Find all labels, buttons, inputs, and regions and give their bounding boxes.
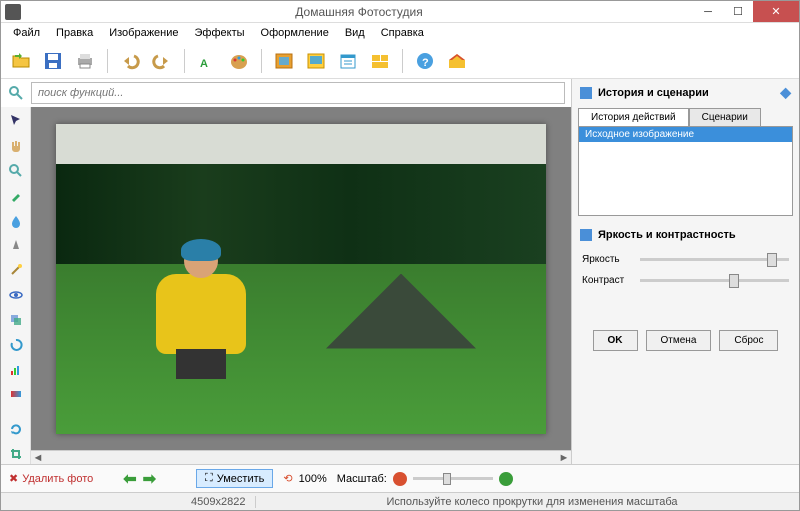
status-hint: Используйте колесо прокрутки для изменен… xyxy=(376,496,799,508)
eye-tool[interactable] xyxy=(5,285,27,306)
delete-icon: ✖ xyxy=(9,472,18,485)
fit-button[interactable]: ⛶ Уместить xyxy=(196,469,273,488)
menu-edit[interactable]: Правка xyxy=(48,25,101,41)
zoom-tool[interactable] xyxy=(5,161,27,182)
minimize-button[interactable]: ─ xyxy=(693,1,723,22)
history-list[interactable]: Исходное изображение xyxy=(578,126,793,216)
window-title: Домашняя Фотостудия xyxy=(25,5,693,19)
swirl-tool[interactable] xyxy=(5,334,27,355)
brush-tool[interactable] xyxy=(5,185,27,206)
main-toolbar: A ? xyxy=(1,43,799,79)
history-panel-header: История и сценарии ◆ xyxy=(572,79,799,106)
text-icon[interactable]: A xyxy=(193,47,221,75)
zoom-slider[interactable] xyxy=(413,477,493,480)
help-icon[interactable]: ? xyxy=(411,47,439,75)
maximize-button[interactable]: ☐ xyxy=(723,1,753,22)
right-panel: История и сценарии ◆ История действий Сц… xyxy=(571,79,799,464)
horizontal-scrollbar[interactable]: ◄► xyxy=(31,450,571,464)
collage-icon[interactable] xyxy=(366,47,394,75)
pointer-tool[interactable] xyxy=(5,111,27,132)
crop-tool[interactable] xyxy=(5,443,27,464)
svg-text:A: A xyxy=(200,58,208,70)
contrast-slider[interactable] xyxy=(640,279,789,282)
brightness-slider[interactable] xyxy=(640,258,789,261)
svg-text:?: ? xyxy=(422,57,429,69)
status-dimensions: 4509x2822 xyxy=(181,496,256,508)
delete-photo-button[interactable]: ✖ Удалить фото xyxy=(9,472,93,485)
cancel-button[interactable]: Отмена xyxy=(646,330,712,351)
home-icon[interactable] xyxy=(443,47,471,75)
statusbar: 4509x2822 Используйте колесо прокрутки д… xyxy=(1,492,799,510)
fit-icon: ⛶ xyxy=(205,472,213,485)
menu-image[interactable]: Изображение xyxy=(101,25,186,41)
drop-tool[interactable] xyxy=(5,210,27,231)
prev-arrow-icon[interactable]: ⬅ xyxy=(123,469,136,489)
hand-tool[interactable] xyxy=(5,136,27,157)
brightness-panel-header: Яркость и контрастность xyxy=(572,224,799,246)
wand-tool[interactable] xyxy=(5,260,27,281)
reset-button[interactable]: Сброс xyxy=(719,330,778,351)
photo-icon[interactable] xyxy=(302,47,330,75)
next-arrow-icon[interactable]: ➡ xyxy=(143,469,156,489)
left-toolbar xyxy=(1,107,31,464)
tab-history[interactable]: История действий xyxy=(578,108,689,126)
search-icon[interactable] xyxy=(7,84,25,102)
calendar-icon[interactable] xyxy=(334,47,362,75)
app-icon xyxy=(5,4,21,20)
history-item[interactable]: Исходное изображение xyxy=(579,127,792,142)
menu-help[interactable]: Справка xyxy=(373,25,432,41)
photo-preview xyxy=(56,124,546,434)
panel-icon xyxy=(580,87,592,99)
search-input[interactable] xyxy=(31,82,565,104)
frame-icon[interactable] xyxy=(270,47,298,75)
clone-tool[interactable] xyxy=(5,310,27,331)
rotate-tool[interactable] xyxy=(5,418,27,439)
history-title: История и сценарии xyxy=(598,87,709,99)
zoom-out-icon[interactable] xyxy=(393,472,407,486)
bottom-toolbar: ✖ Удалить фото ⬅ ➡ ⛶ Уместить ⟲ 100% Мас… xyxy=(1,464,799,492)
titlebar: Домашняя Фотостудия ─ ☐ ✕ xyxy=(1,1,799,23)
menu-view[interactable]: Вид xyxy=(337,25,373,41)
ok-button[interactable]: OK xyxy=(593,330,638,351)
zoom-percent: 100% xyxy=(299,473,327,485)
undo-icon[interactable] xyxy=(116,47,144,75)
menubar: Файл Правка Изображение Эффекты Оформлен… xyxy=(1,23,799,43)
canvas[interactable] xyxy=(31,107,571,450)
open-icon[interactable] xyxy=(7,47,35,75)
zoom-reset-icon[interactable]: ⟲ xyxy=(283,472,292,485)
close-button[interactable]: ✕ xyxy=(753,1,799,22)
zoom-in-icon[interactable] xyxy=(499,472,513,486)
search-row xyxy=(1,79,571,107)
panel-icon xyxy=(580,229,592,241)
contrast-label: Контраст xyxy=(582,275,632,286)
redo-icon[interactable] xyxy=(148,47,176,75)
scale-label: Масштаб: xyxy=(337,473,387,485)
bc-title: Яркость и контрастность xyxy=(598,229,736,241)
levels-tool[interactable] xyxy=(5,359,27,380)
collapse-icon[interactable]: ◆ xyxy=(780,84,791,101)
menu-design[interactable]: Оформление xyxy=(253,25,337,41)
gradient-tool[interactable] xyxy=(5,384,27,405)
tab-scenarios[interactable]: Сценарии xyxy=(689,108,761,126)
menu-file[interactable]: Файл xyxy=(5,25,48,41)
sharpen-tool[interactable] xyxy=(5,235,27,256)
menu-effects[interactable]: Эффекты xyxy=(187,25,253,41)
palette-icon[interactable] xyxy=(225,47,253,75)
save-icon[interactable] xyxy=(39,47,67,75)
print-icon[interactable] xyxy=(71,47,99,75)
brightness-label: Яркость xyxy=(582,254,632,265)
